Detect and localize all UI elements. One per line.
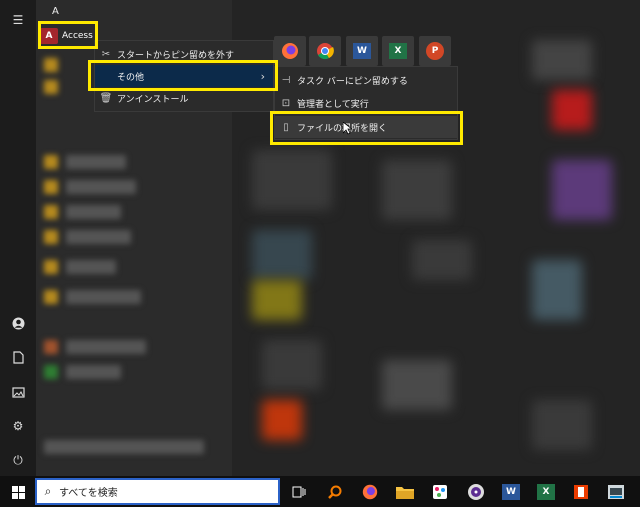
taskbar-search-box[interactable]: ⌕ すべてを検索 [35,478,280,505]
highlight-open-file-location [270,111,463,145]
blurred-tile [382,160,452,220]
blurred-app-icon [44,290,58,304]
blurred-app-label [66,340,146,354]
hamburger-menu-icon[interactable]: ☰ [8,10,28,30]
blurred-app-icon [44,155,58,169]
word-icon: W [353,43,371,59]
blurred-app-label [66,180,136,194]
word-letter: W [502,484,520,500]
blurred-app-label [66,205,121,219]
firefox-icon [282,43,298,59]
blurred-app-label [66,155,126,169]
excel-tile[interactable]: X [382,36,414,66]
word-icon[interactable]: W [498,479,524,505]
blurred-app-label [66,365,121,379]
blurred-app-icon [44,180,58,194]
pin-to-taskbar-item[interactable]: ⊣ タスク バーにピン留めする [275,69,457,91]
pictures-icon[interactable] [8,382,28,402]
blurred-tile [552,160,612,220]
blurred-tile [252,280,302,320]
highlight-access [38,21,98,49]
blurred-tile [382,360,452,410]
excel-icon: X [389,43,407,59]
start-rail: ☰ ⚙ ⏻ [0,0,36,476]
mouse-cursor-icon [343,122,352,135]
blurred-app-label [66,290,141,304]
trash-icon: 🗑 [99,92,113,104]
taskbar: ⌕ すべてを検索 W X [0,476,640,507]
uninstall-label: アンインストール [117,94,189,105]
firefox-icon[interactable] [357,479,383,505]
excel-letter: X [537,484,555,500]
unpin-icon: ✂ [101,48,111,60]
blurred-app-row [44,440,204,454]
blurred-tile [532,260,582,320]
settings-gear-icon[interactable]: ⚙ [8,416,28,436]
power-icon[interactable]: ⏻ [8,450,28,470]
search-app-icon[interactable] [322,479,348,505]
blurred-tile [552,90,592,130]
run-as-admin-label: 管理者として実行 [297,99,369,110]
pin-to-taskbar-label: タスク バーにピン留めする [297,76,408,87]
powerpoint-icon: P [426,42,444,60]
blurred-app-label [66,230,131,244]
pin-icon: ⊣ [281,74,291,86]
highlight-more [88,60,278,91]
blurred-app-label [66,260,116,274]
start-icon[interactable] [5,479,31,505]
blurred-tile [262,400,302,440]
blurred-app-icon [44,260,58,274]
task-view-icon[interactable] [286,479,312,505]
blurred-tile [252,230,312,280]
blurred-tile [532,40,592,80]
blurred-tile [252,150,332,210]
firefox-tile[interactable] [274,36,306,66]
blurred-tile [262,340,322,390]
blurred-app-icon [44,80,58,94]
documents-icon[interactable] [8,347,28,367]
media-icon[interactable] [463,479,489,505]
search-placeholder: すべてを検索 [59,488,118,499]
user-account-icon[interactable] [8,313,28,333]
section-letter-header[interactable]: A [52,6,59,17]
powerpoint-tile[interactable]: P [419,36,451,66]
blurred-app-icon [44,230,58,244]
word-tile[interactable]: W [346,36,378,66]
blurred-app-icon [44,58,58,72]
file-explorer-icon[interactable] [392,479,418,505]
unpin-from-start-label: スタートからピン留めを外す [117,50,235,61]
remote-icon[interactable] [603,479,629,505]
blurred-app-icon [44,340,58,354]
chrome-icon [317,43,334,60]
excel-icon[interactable]: X [533,479,559,505]
office-icon[interactable] [568,479,594,505]
search-icon: ⌕ [44,484,52,498]
chrome-tile[interactable] [309,36,341,66]
blurred-app-icon [44,365,58,379]
blurred-app-icon [44,205,58,219]
blurred-tile [412,240,472,280]
admin-icon: ⊡ [281,97,291,109]
paint-icon[interactable] [427,479,453,505]
blurred-tile [532,400,592,450]
